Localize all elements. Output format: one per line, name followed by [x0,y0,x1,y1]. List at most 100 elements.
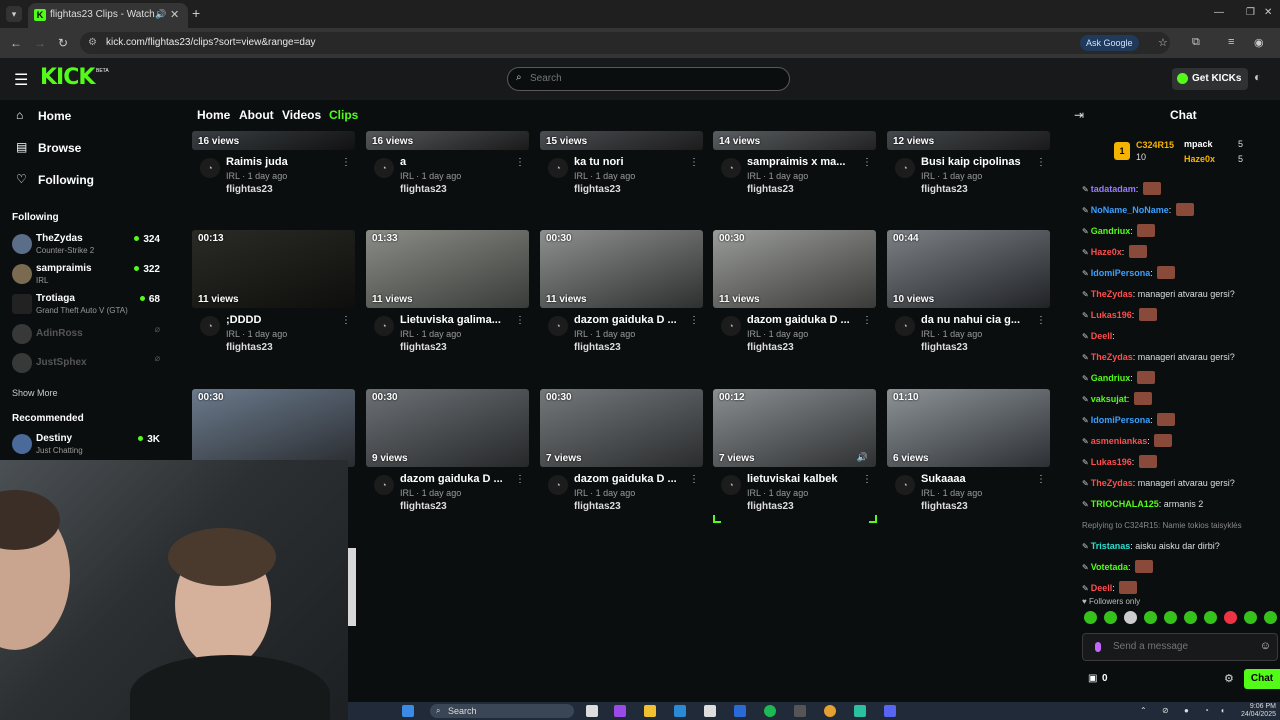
chat-username[interactable]: Lukas196 [1091,457,1132,467]
chat-username[interactable]: TheZydas [1091,289,1133,299]
app-icon[interactable] [614,705,626,717]
chat-username[interactable]: IdomiPersona [1091,415,1151,425]
chat-username[interactable]: tadatadam [1091,184,1136,194]
clip-title[interactable]: Lietuviska galima... [400,314,510,326]
chat-message[interactable]: ✎ tadatadam: [1082,182,1278,197]
chat-username[interactable]: Deell [1091,583,1113,593]
chat-message[interactable]: ✎ Tristanas: aisku aisku dar dirbi? [1082,539,1278,554]
clip-thumbnail[interactable]: 00:12 7 views 🔊 [713,389,876,467]
store-icon[interactable] [704,705,716,717]
more-options-icon[interactable]: ⋮ [689,315,699,326]
clip-channel[interactable]: flightas23 [574,342,621,353]
chat-username[interactable]: TRIOCHALA125 [1091,499,1159,509]
chat-message[interactable]: ✎ TheZydas: manageri atvarau gersi? [1082,350,1278,365]
chat-username[interactable]: TheZydas [1091,352,1133,362]
followed-channel[interactable]: AdinRoss ⌀ [0,321,170,349]
clip-thumbnail[interactable]: 00:30 7 views [540,389,703,467]
more-options-icon[interactable]: ⋮ [862,157,872,168]
search-input[interactable] [530,73,770,84]
ask-google-button[interactable]: Ask Google [1080,35,1139,51]
taskbar-search[interactable]: ⌕ Search [430,704,574,718]
app-icon[interactable] [854,705,866,717]
extensions-icon[interactable]: ⧉ [1192,36,1200,49]
menu-icon[interactable]: ☰ [14,70,28,90]
task-view-icon[interactable] [586,705,598,717]
clip-thumbnail[interactable]: 00:30 11 views [540,230,703,308]
maximize-icon[interactable]: ❐ [1246,7,1255,18]
edge-icon[interactable] [674,705,686,717]
clip-avatar-icon[interactable]: ◔ [895,475,915,495]
more-options-icon[interactable]: ⋮ [1036,474,1046,485]
clip-channel[interactable]: flightas23 [921,501,968,512]
clip-thumbnail[interactable]: 00:44 10 views [887,230,1050,308]
followed-channel[interactable]: JustSphex ⌀ [0,350,170,378]
chat-message[interactable]: ✎ Haze0x: [1082,245,1278,260]
more-options-icon[interactable]: ⋮ [515,474,525,485]
network-icon[interactable]: ⊘ [1162,706,1169,715]
clip-channel[interactable]: flightas23 [747,342,794,353]
reload-icon[interactable]: ↻ [58,36,68,50]
clip-card[interactable]: 00:30 7 views ◔ dazom gaiduka D ... IRL · 1 … [540,389,703,514]
followed-channel[interactable]: sampraimis IRL 322 [0,261,170,289]
clip-avatar-icon[interactable]: ◔ [721,475,741,495]
clip-thumbnail[interactable]: 16 views [366,131,529,150]
chat-username[interactable]: IdomiPersona [1091,268,1151,278]
tray-chevron-icon[interactable]: ⌃ [1140,706,1147,715]
clip-card[interactable]: 00:30 11 views ◔ dazom gaiduka D ... IRL · 1… [713,230,876,355]
more-options-icon[interactable]: ⋮ [1036,157,1046,168]
tab-clips[interactable]: Clips [329,108,358,122]
clip-thumbnail[interactable]: 01:33 11 views [366,230,529,308]
more-options-icon[interactable]: ⋮ [689,474,699,485]
url-text[interactable]: kick.com/flightas23/clips?sort=view&rang… [106,37,316,48]
url-bar[interactable]: ⚙ kick.com/flightas23/clips?sort=view&ra… [80,32,1170,54]
emote-icon[interactable] [1084,611,1097,624]
clip-title[interactable]: Busi kaip cipolinas [921,156,1031,168]
volume-icon[interactable]: ◖ [1220,706,1225,715]
clip-title[interactable]: da nu nahui cia g... [921,314,1031,326]
mail-icon[interactable] [734,705,746,717]
chat-message[interactable]: ✎ Gandriux: [1082,224,1278,239]
more-options-icon[interactable]: ⋮ [515,157,525,168]
clip-avatar-icon[interactable]: ◔ [374,475,394,495]
window-close-icon[interactable]: ✕ [1264,7,1272,18]
clip-title[interactable]: dazom gaiduka D ... [574,473,684,485]
clip-channel[interactable]: flightas23 [574,501,621,512]
chat-username[interactable]: asmeniankas [1091,436,1148,446]
clip-avatar-icon[interactable]: ◔ [548,316,568,336]
more-options-icon[interactable]: ⋮ [515,315,525,326]
clip-title[interactable]: ka tu nori [574,156,684,168]
chat-message[interactable]: ✎ Gandriux: [1082,371,1278,386]
chat-message[interactable]: ✎ TheZydas: manageri atvarau gersi? [1082,287,1278,302]
clip-avatar-icon[interactable]: ◔ [721,158,741,178]
more-options-icon[interactable]: ⋮ [862,315,872,326]
chat-message[interactable]: ✎ IdomiPersona: [1082,266,1278,281]
chat-message[interactable]: ✎ Votetada: [1082,560,1278,575]
chat-message[interactable]: ✎ TheZydas: manageri atvarau gersi? [1082,476,1278,491]
emote-icon[interactable] [1104,611,1117,624]
chat-username[interactable]: Votetada [1091,562,1128,572]
app-icon[interactable] [794,705,806,717]
clip-avatar-icon[interactable]: ◔ [721,316,741,336]
chat-username[interactable]: Gandriux [1091,373,1131,383]
close-icon[interactable]: ✕ [170,8,179,21]
clip-thumbnail[interactable]: 15 views [540,131,703,150]
chat-username[interactable]: Deell [1091,331,1113,341]
file-explorer-icon[interactable] [644,705,656,717]
clip-channel[interactable]: flightas23 [574,184,621,195]
minimize-icon[interactable]: — [1214,7,1224,18]
sidebar-item-browse[interactable]: ▤ Browse [0,134,170,162]
clip-channel[interactable]: flightas23 [226,342,273,353]
clip-channel[interactable]: flightas23 [921,342,968,353]
clock[interactable]: 9:06 PM 24/04/2025 [1240,703,1276,719]
mic-icon[interactable] [1095,642,1101,652]
chat-username[interactable]: Haze0x [1091,247,1122,257]
tab-about[interactable]: About [239,108,274,122]
emote-icon[interactable] [1264,611,1277,624]
clip-channel[interactable]: flightas23 [226,184,273,195]
chat-message[interactable]: ✎ vaksujat: [1082,392,1278,407]
clip-thumbnail[interactable]: 16 views [192,131,355,150]
kick-logo[interactable]: KICK [40,65,95,90]
clip-avatar-icon[interactable]: ◔ [200,316,220,336]
volume-icon[interactable]: 🔊 [857,452,868,463]
chat-username[interactable]: TheZydas [1091,478,1133,488]
